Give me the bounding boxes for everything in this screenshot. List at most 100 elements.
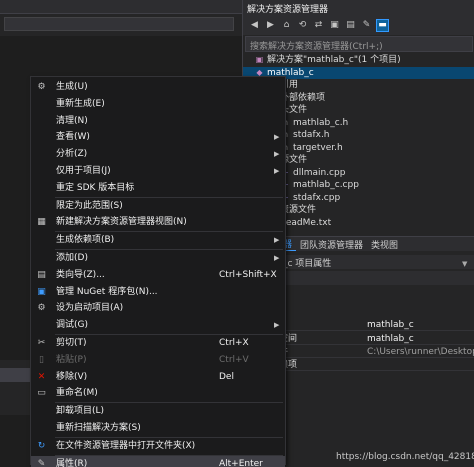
editor-navigation-bar <box>0 14 242 36</box>
menu-item-label: 属性(R) <box>56 458 88 467</box>
context-menu: ⚙ 生成(U) 重新生成(E) 清理(N) 查看(W) ▶ 分析(Z) ▶ 仅用于项目(J) ▶ 重… <box>30 76 286 467</box>
class-wizard-icon: ▤ <box>37 269 46 280</box>
menu-item-label: 查看(W) <box>56 132 90 143</box>
menu-item[interactable]: 卸载项目(L) <box>31 403 285 420</box>
new-view-icon: ▦ <box>37 217 46 228</box>
tree-item-label: targetver.h <box>293 142 343 153</box>
menu-item-shortcut: Ctrl+Shift+X <box>219 269 277 280</box>
menu-item[interactable]: ✕ 移除(V) Del <box>31 369 285 386</box>
menu-item-label: 新建解决方案资源管理器视图(N) <box>56 217 187 228</box>
navigation-dropdown[interactable] <box>4 17 234 31</box>
menu-item[interactable]: 限定为此范围(S) <box>31 198 285 215</box>
property-value: C:\Users\runner\Desktop\ <box>367 347 474 357</box>
property-row[interactable]: 件 C:\Users\runner\Desktop\ <box>279 346 474 358</box>
menu-item[interactable]: 清理(N) <box>31 113 285 130</box>
submenu-arrow-icon: ▶ <box>274 321 280 330</box>
tree-item-label: 外部依赖项 <box>280 92 326 103</box>
preview-selected-icon[interactable]: ▬ <box>376 18 389 32</box>
forward-icon[interactable]: ▶ <box>265 20 276 31</box>
menu-item[interactable]: ▯ 粘贴(P) Ctrl+V <box>31 352 285 369</box>
submenu-arrow-icon: ▶ <box>274 167 280 175</box>
remove-x-icon: ✕ <box>37 371 46 382</box>
menu-item-label: 管理 NuGet 程序包(N)... <box>56 286 158 297</box>
menu-item[interactable]: ✂ 剪切(T) Ctrl+X <box>31 335 285 352</box>
property-value: mathlab_c <box>367 320 414 330</box>
show-all-files-icon[interactable]: ▤ <box>345 20 356 31</box>
submenu-arrow-icon: ▶ <box>274 236 280 245</box>
menu-item[interactable]: ✎ 属性(R) Alt+Enter <box>31 455 285 467</box>
menu-item[interactable]: ⚙ 生成(U) <box>31 79 285 96</box>
submenu-arrow-icon: ▶ <box>274 254 280 262</box>
menu-item[interactable]: ▣ 管理 NuGet 程序包(N)... <box>31 284 285 301</box>
explorer-tab[interactable]: 团队资源管理器 <box>296 238 367 251</box>
menu-item-shortcut: Alt+Enter <box>219 458 263 467</box>
menu-item[interactable]: ▤ 类向导(Z)... Ctrl+Shift+X <box>31 267 285 284</box>
scissors-icon: ✂ <box>37 338 46 348</box>
rename-icon: ▭ <box>37 388 46 399</box>
home-icon[interactable]: ⌂ <box>281 20 292 31</box>
menu-item[interactable]: 重定 SDK 版本目标 <box>31 180 285 197</box>
properties-wrench-icon[interactable]: ✎ <box>361 20 372 31</box>
history-icon[interactable]: ⟲ <box>297 20 308 31</box>
tree-item[interactable]: ▣ 解决方案"mathlab_c"(1 个项目) <box>243 54 474 67</box>
scroll-down-icon[interactable]: ▼ <box>462 260 472 268</box>
menu-item-label: 卸载项目(L) <box>56 406 105 417</box>
solution-icon: ▣ <box>255 55 264 64</box>
menu-item-label: 重新扫描解决方案(S) <box>56 423 141 433</box>
menu-item[interactable]: 仅用于项目(J) ▶ <box>31 163 285 180</box>
menu-item-label: 生成(U) <box>56 82 88 92</box>
menu-item[interactable]: ▦ 新建解决方案资源管理器视图(N) <box>31 214 285 231</box>
menu-item-shortcut: Ctrl+X <box>219 338 249 348</box>
menu-item[interactable]: 分析(Z) ▶ <box>31 146 285 163</box>
menu-item-label: 设为启动项目(A) <box>56 303 124 314</box>
menu-item-label: 分析(Z) <box>56 149 88 160</box>
menu-item-label: 仅用于项目(J) <box>56 166 111 176</box>
nuget-icon: ▣ <box>37 286 46 297</box>
explorer-tab[interactable]: 类视图 <box>367 238 402 251</box>
submenu-arrow-icon: ▶ <box>274 133 280 142</box>
back-icon[interactable]: ◀ <box>249 20 260 31</box>
menu-item[interactable]: 生成依赖项(B) ▶ <box>31 232 285 249</box>
tree-item-label: 解决方案"mathlab_c"(1 个项目) <box>267 55 401 65</box>
collapse-all-icon[interactable]: ▣ <box>329 20 340 31</box>
menu-item-label: 粘贴(P) <box>56 354 87 365</box>
paste-icon: ▯ <box>39 354 44 365</box>
property-key: 件 <box>279 346 363 358</box>
refresh-arrow-icon: ↻ <box>37 440 46 451</box>
menu-item-label: 重命名(M) <box>56 388 98 399</box>
gear-icon: ⚙ <box>37 303 46 314</box>
property-value: mathlab_c <box>367 334 414 344</box>
menu-item-label: 调试(G) <box>56 320 88 331</box>
watermark-text: https://blog.csdn.net/qq_42818011 <box>336 452 474 462</box>
solution-explorer-search-input[interactable]: 搜索解决方案资源管理器(Ctrl+;) <box>245 36 473 52</box>
menu-item[interactable]: 调试(G) ▶ <box>31 317 285 334</box>
menu-item-label: 添加(D) <box>56 253 88 263</box>
property-key: 空间 <box>279 334 298 344</box>
menu-item[interactable]: ⚙ 设为启动项目(A) <box>31 300 285 317</box>
sync-icon[interactable]: ⇄ <box>313 20 324 31</box>
menu-item[interactable]: ▭ 重命名(M) <box>31 385 285 402</box>
solution-explorer-title: 解决方案资源管理器 <box>243 0 474 15</box>
tree-item-label: stdafx.h <box>293 130 330 140</box>
menu-item-label: 移除(V) <box>56 371 88 382</box>
property-key: 赖项 <box>279 360 298 370</box>
editor-tab-bar <box>0 0 242 14</box>
property-row[interactable]: 赖项 <box>279 359 474 371</box>
property-row[interactable]: mathlab_c <box>279 319 474 331</box>
menu-item-label: 重新生成(E) <box>56 98 105 109</box>
tree-item-label: dllmain.cpp <box>293 167 346 178</box>
menu-item-label: 重定 SDK 版本目标 <box>56 182 135 193</box>
property-row[interactable]: 空间 mathlab_c <box>279 333 474 345</box>
menu-item[interactable]: ↻ 在文件资源管理器中打开文件夹(X) <box>31 438 285 455</box>
menu-item[interactable]: 重新扫描解决方案(S) <box>31 420 285 437</box>
tree-item-label: stdafx.cpp <box>293 192 341 203</box>
menu-item-label: 生成依赖项(B) <box>56 235 115 246</box>
menu-item[interactable]: 添加(D) ▶ <box>31 250 285 267</box>
menu-item[interactable]: 查看(W) ▶ <box>31 129 285 146</box>
tree-item-label: mathlab_c.h <box>293 117 349 128</box>
menu-item-shortcut: Ctrl+V <box>219 354 249 365</box>
menu-item-label: 在文件资源管理器中打开文件夹(X) <box>56 440 196 451</box>
menu-item[interactable]: 重新生成(E) <box>31 96 285 113</box>
menu-item-label: 限定为此范围(S) <box>56 200 123 211</box>
build-icon: ⚙ <box>37 82 46 92</box>
